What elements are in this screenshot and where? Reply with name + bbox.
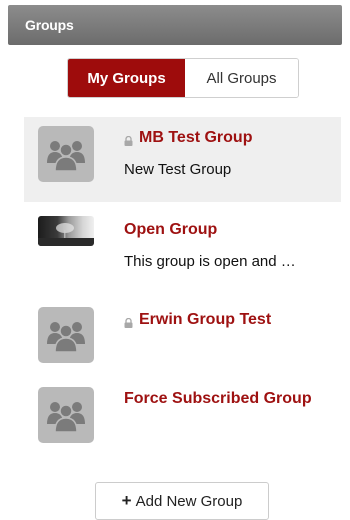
panel-title: Groups — [25, 17, 74, 33]
lock-icon — [124, 315, 133, 328]
group-name-text: Force Subscribed Group — [124, 390, 312, 407]
group-name-text: Open Group — [124, 221, 218, 238]
group-item-force-subscribed-group[interactable]: Force Subscribed Group — [24, 378, 341, 448]
tab-my-groups[interactable]: My Groups — [68, 59, 185, 97]
group-photo — [38, 216, 94, 246]
group-name-link[interactable]: Erwin Group Test — [124, 311, 271, 329]
plus-icon: + — [121, 491, 132, 510]
lock-icon — [124, 133, 133, 146]
group-name-link[interactable]: Force Subscribed Group — [124, 390, 312, 408]
group-item-open-group[interactable]: Open Group This group is open and … — [24, 210, 341, 285]
groups-toggle: My Groups All Groups — [67, 58, 299, 98]
group-description: New Test Group — [124, 161, 232, 178]
group-name-text: MB Test Group — [139, 129, 253, 146]
group-item-erwin-group-test[interactable]: Erwin Group Test — [24, 298, 341, 368]
group-name-text: Erwin Group Test — [139, 311, 272, 328]
add-new-group-button[interactable]: + Add New Group — [95, 482, 269, 520]
group-item-mb-test-group[interactable]: MB Test Group New Test Group — [24, 117, 341, 202]
group-name-link[interactable]: Open Group — [124, 221, 217, 239]
tab-all-groups[interactable]: All Groups — [185, 59, 298, 97]
people-icon — [38, 387, 94, 443]
panel-header: Groups — [8, 5, 342, 45]
group-description: This group is open and … — [124, 253, 296, 270]
people-icon — [38, 307, 94, 363]
people-icon — [38, 126, 94, 182]
add-new-group-label: Add New Group — [135, 492, 243, 510]
group-name-link[interactable]: MB Test Group — [124, 129, 252, 147]
